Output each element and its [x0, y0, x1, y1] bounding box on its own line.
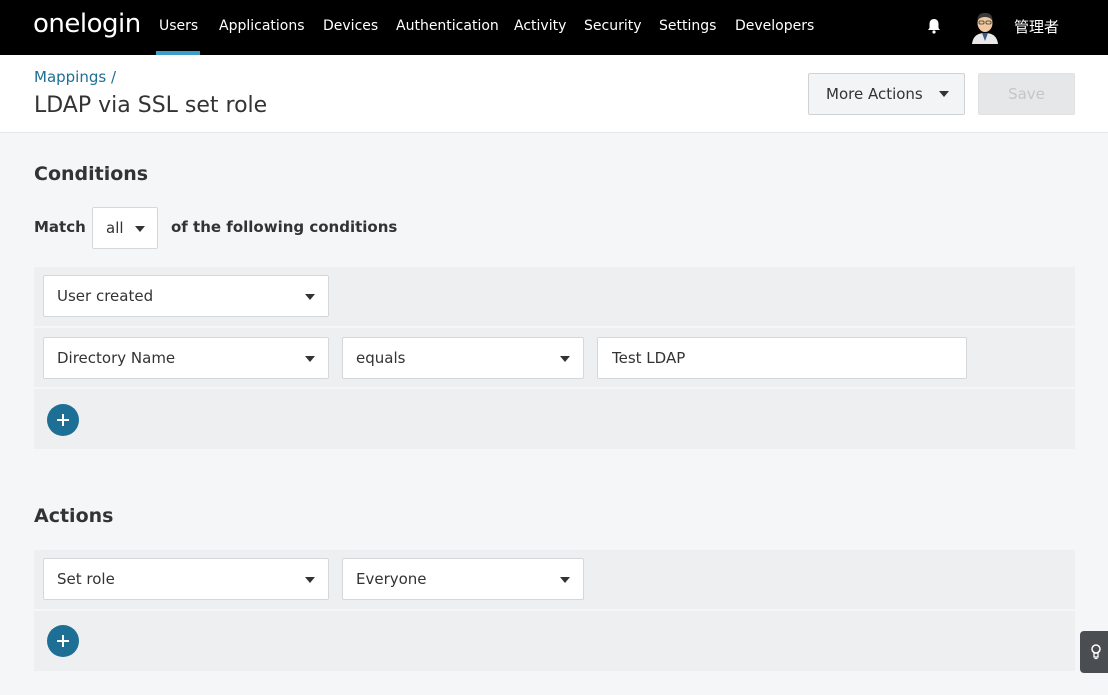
chevron-down-icon: [135, 226, 145, 232]
nav-security[interactable]: Security: [584, 18, 642, 34]
condition-value-input[interactable]: [597, 337, 967, 379]
condition-row: Directory Name equals: [34, 328, 1075, 387]
more-actions-label: More Actions: [826, 85, 923, 103]
nav-settings[interactable]: Settings: [659, 18, 716, 34]
lightbulb-icon: [1091, 644, 1101, 660]
add-condition-button[interactable]: [47, 404, 79, 436]
page-title: LDAP via SSL set role: [34, 93, 268, 118]
condition-field-select[interactable]: User created: [43, 275, 329, 317]
conditions-title: Conditions: [34, 163, 149, 185]
avatar[interactable]: [970, 10, 1000, 44]
action-type-value: Set role: [57, 570, 115, 588]
match-select[interactable]: all: [92, 207, 158, 249]
chevron-down-icon: [305, 356, 315, 362]
actions-title: Actions: [34, 505, 114, 527]
nav-activity[interactable]: Activity: [514, 18, 566, 34]
add-action-row: [34, 611, 1075, 671]
chevron-down-icon: [939, 91, 949, 97]
action-value: Everyone: [356, 570, 427, 588]
save-button[interactable]: Save: [978, 73, 1075, 115]
nav-authentication[interactable]: Authentication: [396, 18, 499, 34]
condition-field-value: Directory Name: [57, 349, 176, 367]
chevron-down-icon: [560, 356, 570, 362]
nav-developers[interactable]: Developers: [735, 18, 814, 34]
condition-operator-value: equals: [356, 349, 406, 367]
match-suffix: of the following conditions: [171, 218, 398, 236]
chevron-down-icon: [305, 577, 315, 583]
add-condition-row: [34, 389, 1075, 449]
chevron-down-icon: [560, 577, 570, 583]
onelogin-logo[interactable]: onelogin: [33, 9, 141, 39]
match-label: Match: [34, 218, 86, 236]
condition-field-value: User created: [57, 287, 154, 305]
action-row: Set role Everyone: [34, 550, 1075, 609]
action-value-select[interactable]: Everyone: [342, 558, 584, 600]
plus-icon-stem: [62, 414, 64, 426]
username[interactable]: 管理者: [1014, 16, 1059, 37]
top-navigation: onelogin Users Applications Devices Auth…: [0, 0, 1108, 55]
add-action-button[interactable]: [47, 625, 79, 657]
nav-devices[interactable]: Devices: [323, 18, 378, 34]
condition-operator-select[interactable]: equals: [342, 337, 584, 379]
nav-users[interactable]: Users: [159, 18, 198, 34]
action-type-select[interactable]: Set role: [43, 558, 329, 600]
chevron-down-icon: [305, 294, 315, 300]
condition-field-select[interactable]: Directory Name: [43, 337, 329, 379]
plus-icon-stem: [62, 635, 64, 647]
nav-applications[interactable]: Applications: [219, 18, 305, 34]
more-actions-button[interactable]: More Actions: [808, 73, 965, 115]
match-select-value: all: [106, 219, 124, 237]
help-tab[interactable]: [1080, 631, 1108, 673]
bell-icon[interactable]: [925, 17, 943, 35]
condition-row: User created: [34, 267, 1075, 326]
page-header: Mappings / LDAP via SSL set role More Ac…: [0, 55, 1108, 133]
breadcrumb-mappings[interactable]: Mappings /: [34, 68, 116, 86]
